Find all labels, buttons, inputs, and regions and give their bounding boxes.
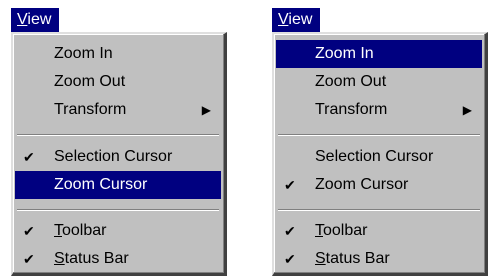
menu-title-rest: iew [288,11,313,28]
menu-item-label-rest: oolbar [62,222,107,239]
menu-item-zoom-out[interactable]: Zoom Out [15,68,221,96]
menu-item-zoom-cursor[interactable]: Zoom Cursor [15,171,221,199]
menu-bar-view[interactable]: View [272,8,321,32]
menu-bar-view[interactable]: View [11,8,60,32]
menu-separator [17,134,219,136]
screenshot-canvas: View Zoom In Zoom Out Transform ▶ ✔ Sele… [0,0,496,278]
check-icon: ✔ [284,177,296,193]
menu-item-status-bar[interactable]: ✔ Status Bar [276,245,482,273]
menu-item-label: Toolbar [315,217,367,245]
menu-item-label: Zoom In [315,45,374,62]
menu-title-mnemonic: V [278,11,289,28]
menu-item-selection-cursor[interactable]: ✔ Selection Cursor [15,143,221,171]
menu-item-zoom-in[interactable]: Zoom In [15,40,221,68]
view-dropdown: Zoom In Zoom Out Transform ▶ Selection C… [272,32,488,276]
menu-item-toolbar[interactable]: ✔ Toolbar [15,217,221,245]
menu-title-mnemonic: V [17,11,28,28]
menu-item-label-rest: tatus Bar [325,250,390,267]
menu-item-label: Zoom Out [54,73,126,90]
menu-item-status-bar[interactable]: ✔ Status Bar [15,245,221,273]
submenu-arrow-icon: ▶ [201,103,211,117]
check-icon: ✔ [284,223,296,239]
menu-item-label: Transform [54,101,127,118]
menu-item-label: Zoom In [54,45,113,62]
menu-item-transform[interactable]: Transform ▶ [15,96,221,124]
menu-item-label: Zoom Cursor [315,176,409,193]
view-dropdown: Zoom In Zoom Out Transform ▶ ✔ Selection… [11,32,227,276]
menu-item-label-rest: oolbar [323,222,368,239]
menu-item-zoom-in[interactable]: Zoom In [276,40,482,68]
menu-item-label: Status Bar [315,245,390,273]
menu-item-toolbar[interactable]: ✔ Toolbar [276,217,482,245]
menu-item-zoom-out[interactable]: Zoom Out [276,68,482,96]
menu-separator [17,209,219,211]
menu-item-label: Transform [315,101,388,118]
check-icon: ✔ [23,251,35,267]
menu-item-label: Selection Cursor [315,148,434,165]
menu-item-selection-cursor[interactable]: Selection Cursor [276,143,482,171]
menu-separator [278,134,480,136]
menu-item-label: Zoom Out [315,73,387,90]
menu-item-mnemonic: T [315,222,323,239]
menu-separator [278,209,480,211]
menu-item-label: Toolbar [54,217,106,245]
menu-item-label: Zoom Cursor [54,176,148,193]
menu-item-label-rest: tatus Bar [64,250,129,267]
view-menu-right: View Zoom In Zoom Out Transform ▶ Select… [272,8,488,276]
menu-item-mnemonic: S [54,250,65,267]
menu-item-label: Status Bar [54,245,129,273]
menu-item-label: Selection Cursor [54,148,173,165]
check-icon: ✔ [23,149,35,165]
menu-item-mnemonic: T [54,222,62,239]
menu-item-mnemonic: S [315,250,326,267]
submenu-arrow-icon: ▶ [462,103,472,117]
menu-item-transform[interactable]: Transform ▶ [276,96,482,124]
check-icon: ✔ [23,223,35,239]
menu-title-rest: iew [27,11,52,28]
check-icon: ✔ [284,251,296,267]
menu-item-zoom-cursor[interactable]: ✔ Zoom Cursor [276,171,482,199]
view-menu-left: View Zoom In Zoom Out Transform ▶ ✔ Sele… [11,8,227,276]
